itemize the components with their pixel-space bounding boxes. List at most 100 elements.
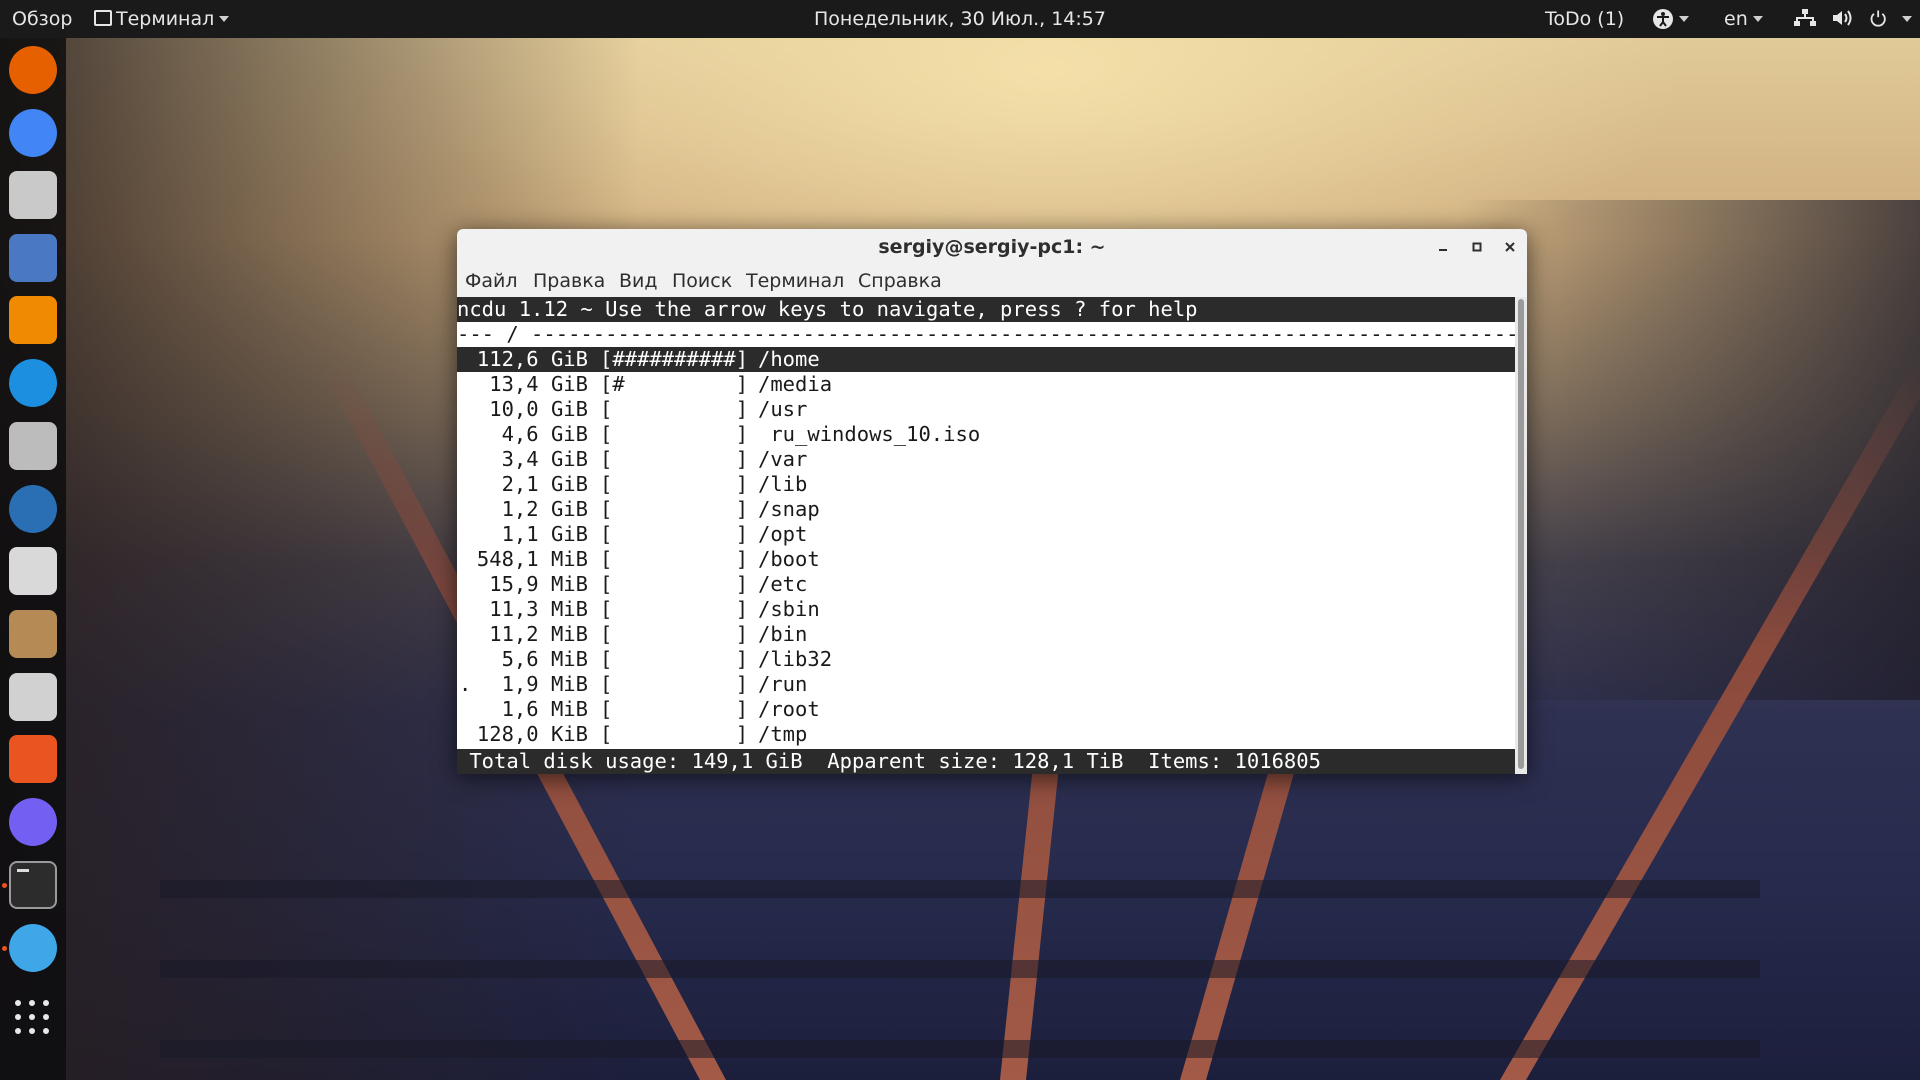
entry-name: /lib32: [758, 647, 833, 671]
todo-indicator[interactable]: ToDo (1): [1545, 0, 1624, 38]
entry-usage-bar: [ ]: [600, 722, 749, 746]
terminal-window[interactable]: sergiy@sergiy-pc1: ~ Файл Правка Вид Пои…: [457, 229, 1527, 774]
entry-name: /snap: [758, 497, 820, 521]
terminal-prompt-glyph: [17, 869, 29, 872]
top-bar: Обзор Терминал Понедельник, 30 Июл., 14:…: [0, 0, 1920, 38]
ncdu-entry[interactable]: 3,4 GiB [ ] /var: [457, 447, 1515, 472]
system-menu[interactable]: [1793, 0, 1913, 38]
entry-name: /tmp: [758, 722, 808, 746]
wallpaper-tie: [160, 1040, 1760, 1058]
entry-size: 112,6 GiB: [476, 347, 588, 371]
menu-search[interactable]: Поиск: [672, 265, 732, 297]
show-applications-button[interactable]: [15, 1000, 51, 1036]
ncdu-entry[interactable]: 1,6 MiB [ ] /root: [457, 697, 1515, 722]
entry-size: 1,6 MiB: [501, 697, 588, 721]
close-button[interactable]: [1500, 237, 1520, 257]
grid-dot: [29, 1014, 35, 1020]
entry-name: /boot: [758, 547, 820, 571]
usb-creator-icon[interactable]: [9, 673, 57, 721]
terminal-icon[interactable]: [9, 861, 57, 909]
vlc-icon[interactable]: [9, 296, 57, 344]
software-center-icon[interactable]: [9, 735, 57, 783]
entry-name: /sbin: [758, 597, 820, 621]
ncdu-entry[interactable]: 15,9 MiB [ ] /etc: [457, 572, 1515, 597]
ncdu-entry[interactable]: 4,6 GiB [ ] ru_windows_10.iso: [457, 422, 1515, 447]
thunderbird-icon[interactable]: [9, 485, 57, 533]
ncdu-entry[interactable]: 11,3 MiB [ ] /sbin: [457, 597, 1515, 622]
entry-usage-bar: [##########]: [600, 347, 749, 371]
accessibility-icon: [1653, 9, 1673, 29]
terminal-output[interactable]: ncdu 1.12 ~ Use the arrow keys to naviga…: [457, 297, 1527, 774]
firefox-icon[interactable]: [9, 46, 57, 94]
ncdu-entry[interactable]: 2,1 GiB [ ] /lib: [457, 472, 1515, 497]
entry-name: /var: [758, 447, 808, 471]
entry-size: 11,3 MiB: [489, 597, 588, 621]
entry-name: /media: [758, 372, 833, 396]
grid-dot: [15, 1028, 21, 1034]
accessibility-menu[interactable]: [1652, 0, 1689, 38]
grid-dot: [43, 1014, 49, 1020]
entry-usage-bar: [ ]: [600, 397, 749, 421]
ncdu-entry[interactable]: 10,0 GiB [ ] /usr: [457, 397, 1515, 422]
menu-help[interactable]: Справка: [858, 265, 942, 297]
menu-view[interactable]: Вид: [619, 265, 658, 297]
window-titlebar[interactable]: sergiy@sergiy-pc1: ~: [457, 229, 1527, 266]
entry-usage-bar: [# ]: [600, 372, 749, 396]
ncdu-entry[interactable]: . 1,9 MiB[ ]/run: [457, 672, 1515, 697]
ncdu-entry[interactable]: 548,1 MiB [ ] /boot: [457, 547, 1515, 572]
power-icon: [1870, 10, 1886, 27]
entry-usage-bar: [ ]: [600, 547, 749, 571]
ncdu-entry[interactable]: 128,0 KiB [ ] /tmp: [457, 722, 1515, 747]
ncdu-entry[interactable]: 5,6 MiB [ ] /lib32: [457, 647, 1515, 672]
entry-size: 15,9 MiB: [489, 572, 588, 596]
chevron-down-icon: [1902, 16, 1913, 22]
clock[interactable]: Понедельник, 30 Июл., 14:57: [0, 0, 1920, 38]
entry-usage-bar: [ ]: [600, 447, 749, 471]
entry-size: 13,4 GiB: [489, 372, 588, 396]
entry-usage-bar: [ ]: [600, 672, 749, 696]
entry-size: 2,1 GiB: [501, 472, 588, 496]
archive-manager-icon[interactable]: [9, 610, 57, 658]
menu-edit[interactable]: Правка: [533, 265, 605, 297]
volume-icon: [1833, 10, 1852, 26]
entry-size: 4,6 GiB: [501, 422, 588, 446]
skype-icon[interactable]: [9, 359, 57, 407]
language-menu[interactable]: en: [1724, 0, 1763, 38]
ncdu-entry[interactable]: 13,4 GiB [# ] /media: [457, 372, 1515, 397]
menu-bar: Файл Правка Вид Поиск Терминал Справка: [457, 265, 1527, 298]
entry-name: /home: [758, 347, 820, 371]
network-icon: [1794, 9, 1816, 26]
wallpaper-tie: [160, 880, 1760, 898]
menu-file[interactable]: Файл: [465, 265, 518, 297]
entry-size: 1,2 GiB: [501, 497, 588, 521]
calculator-icon[interactable]: [9, 547, 57, 595]
file-cabinet-icon[interactable]: [9, 234, 57, 282]
entry-name: /opt: [758, 522, 808, 546]
tools-icon[interactable]: [9, 422, 57, 470]
entry-size: 548,1 MiB: [476, 547, 588, 571]
ncdu-entry[interactable]: 1,2 GiB [ ] /snap: [457, 497, 1515, 522]
viber-icon[interactable]: [9, 798, 57, 846]
scrollbar-thumb[interactable]: [1518, 299, 1524, 769]
entry-usage-bar: [ ]: [600, 497, 749, 521]
maximize-button[interactable]: [1467, 237, 1487, 257]
entry-usage-bar: [ ]: [600, 647, 749, 671]
chevron-down-icon: [1752, 16, 1763, 22]
ncdu-entry[interactable]: 11,2 MiB [ ] /bin: [457, 622, 1515, 647]
terminal-scrollbar[interactable]: [1515, 297, 1527, 774]
entry-name: /bin: [758, 622, 808, 646]
entry-size: 10,0 GiB: [489, 397, 588, 421]
ncdu-status-bar: Total disk usage: 149,1 GiB Apparent siz…: [457, 749, 1515, 774]
ncdu-entry[interactable]: 1,1 GiB [ ] /opt: [457, 522, 1515, 547]
entry-name: /usr: [758, 397, 808, 421]
minimize-button[interactable]: [1433, 237, 1453, 257]
running-indicator: [2, 946, 7, 951]
entry-size: 1,1 GiB: [501, 522, 588, 546]
settings-splash-icon[interactable]: [9, 924, 57, 972]
entry-usage-bar: [ ]: [600, 597, 749, 621]
menu-terminal[interactable]: Терминал: [746, 265, 844, 297]
entry-usage-bar: [ ]: [600, 472, 749, 496]
ncdu-entry[interactable]: 112,6 GiB [##########] /home: [457, 347, 1515, 372]
speaker-app-icon[interactable]: [9, 171, 57, 219]
chrome-icon[interactable]: [9, 109, 57, 157]
